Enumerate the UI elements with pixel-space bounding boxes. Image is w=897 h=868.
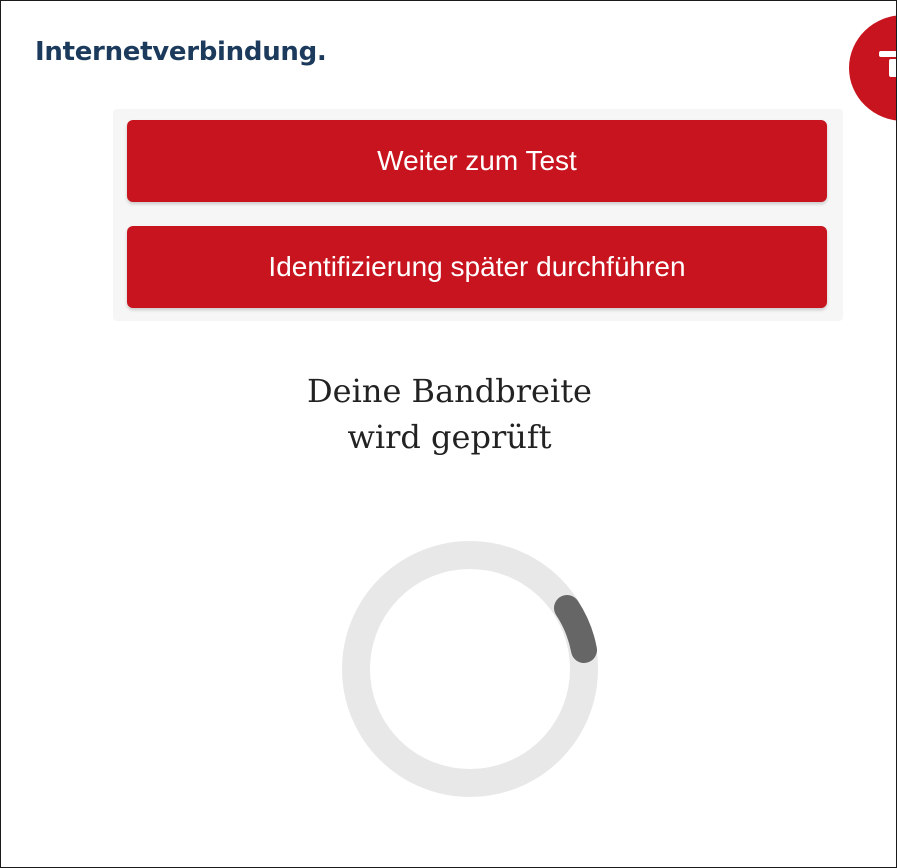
screen: Internetverbindung. Weiter zum Test Iden…	[0, 0, 897, 868]
identify-later-button[interactable]: Identifizierung später durchführen	[127, 226, 827, 308]
bandwidth-status-line-1: Deine Bandbreite	[307, 372, 592, 410]
help-fab-button[interactable]	[849, 15, 896, 121]
spinner-arc	[554, 595, 597, 663]
loading-spinner	[342, 541, 598, 797]
connection-header-text: Internetverbindung.	[35, 37, 327, 67]
spinner-track	[342, 541, 598, 797]
bandwidth-status-line-2: wird geprüft	[347, 418, 552, 456]
continue-to-test-button[interactable]: Weiter zum Test	[127, 120, 827, 202]
help-icon	[879, 51, 896, 77]
